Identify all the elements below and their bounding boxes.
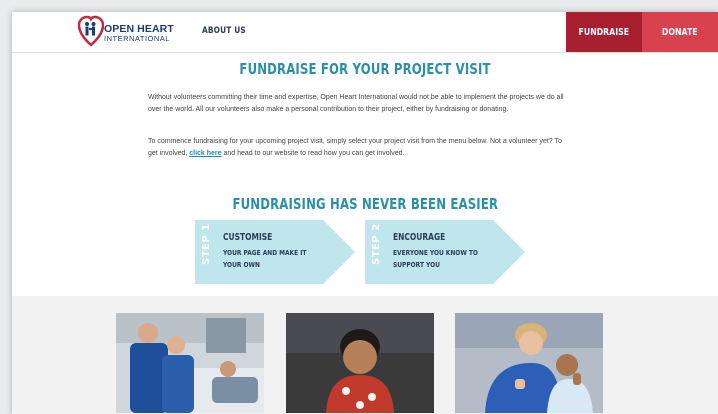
donate-button-label: DONATE (662, 26, 698, 38)
section-subtitle-text: FUNDRAISING HAS NEVER BEEN EASIER (232, 195, 498, 213)
donate-button[interactable]: DONATE (642, 12, 718, 52)
photo-gallery (12, 296, 718, 414)
step-description: YOUR PAGE AND MAKE IT YOUR OWN (223, 248, 307, 269)
open-heart-logo-icon (78, 15, 104, 47)
step-card-encourage: STEP 2 ENCOURAGE EVERYONE YOU KNOW TO SU… (365, 220, 525, 284)
click-here-link[interactable]: click here (189, 150, 221, 157)
intro-paragraph: Without volunteers committing their time… (148, 94, 564, 113)
page-title-text: FUNDRAISE FOR YOUR PROJECT VISIT (239, 60, 491, 78)
nav-about-us[interactable]: ABOUT US (202, 26, 246, 36)
logo[interactable]: OPEN HEART INTERNATIONAL (78, 14, 178, 48)
step-title: ENCOURAGE (393, 232, 446, 243)
page: OPEN HEART INTERNATIONAL ABOUT US FUNDRA… (12, 12, 718, 414)
step-number: STEP 1 (201, 223, 212, 265)
step-card-customise: STEP 1 CUSTOMISE YOUR PAGE AND MAKE IT Y… (195, 220, 355, 284)
logo-text-secondary: INTERNATIONAL (104, 34, 170, 43)
step-title: CUSTOMISE (223, 232, 273, 243)
child-photo (286, 313, 434, 413)
nurse-patient-photo (455, 313, 603, 413)
fundraise-button[interactable]: FUNDRAISE (566, 12, 642, 52)
section-subtitle: FUNDRAISING HAS NEVER BEEN EASIER (12, 195, 718, 213)
instructions-text-after: and head to our website to read how you … (221, 149, 405, 157)
site-header: OPEN HEART INTERNATIONAL ABOUT US FUNDRA… (12, 12, 718, 53)
step-description: EVERYONE YOU KNOW TO SUPPORT YOU (393, 248, 478, 269)
medical-team-photo (116, 313, 264, 413)
step-number: STEP 2 (371, 223, 382, 265)
page-title: FUNDRAISE FOR YOUR PROJECT VISIT (12, 60, 718, 78)
fundraise-button-label: FUNDRAISE (578, 26, 630, 38)
instructions-paragraph: To commence fundraising for your upcomin… (148, 136, 568, 159)
